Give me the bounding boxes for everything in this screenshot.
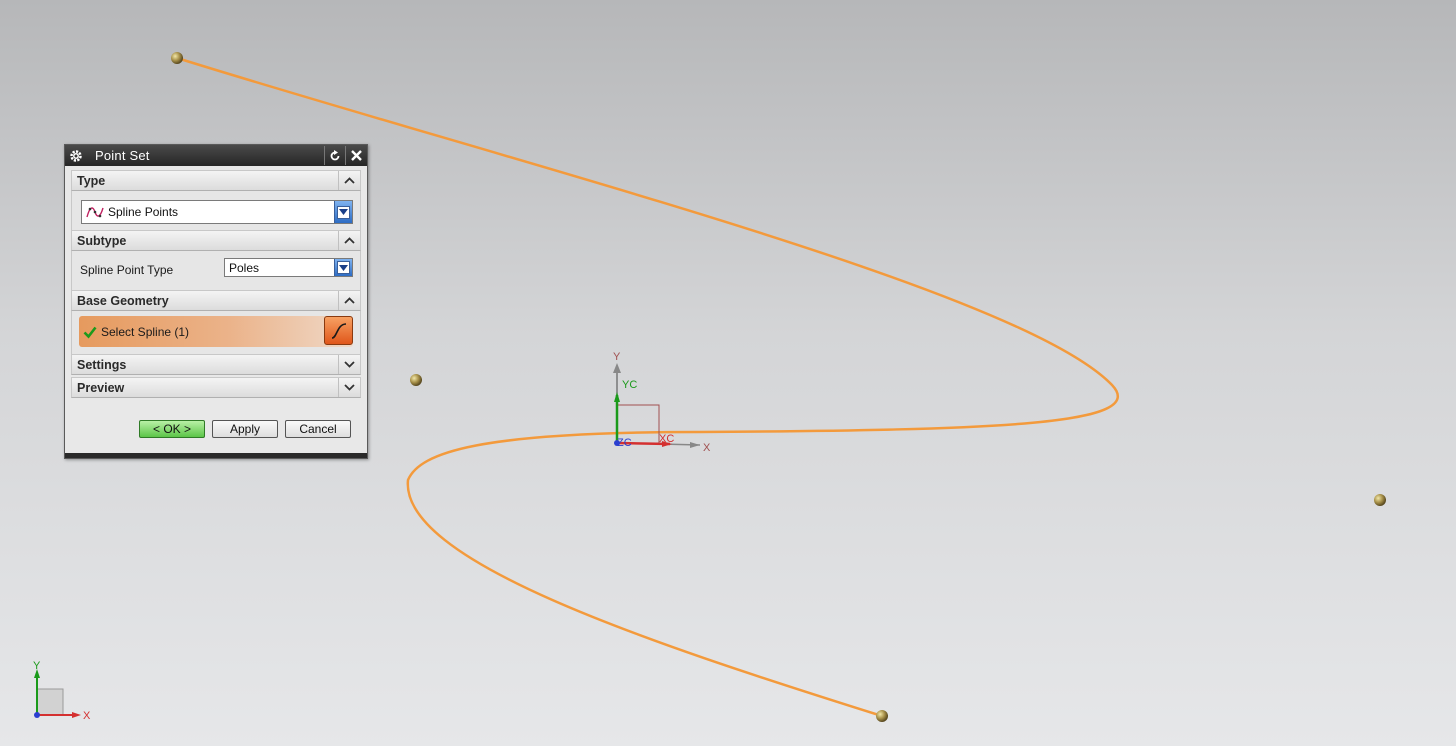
chevron-down-icon[interactable] <box>338 355 360 374</box>
wcs-yc-label: YC <box>622 379 637 391</box>
chevron-down-icon[interactable] <box>334 201 352 223</box>
wcs-triad: Y YC ZC XC X <box>613 351 711 454</box>
chevron-up-icon[interactable] <box>338 231 360 250</box>
triad-x-label: X <box>83 710 91 722</box>
section-type-body: Spline Points <box>71 191 361 230</box>
chevron-up-icon[interactable] <box>338 291 360 310</box>
dialog-titlebar[interactable]: Point Set <box>65 145 367 166</box>
spline-type-icon <box>86 204 104 220</box>
type-dropdown-value: Spline Points <box>108 205 179 219</box>
pole-point[interactable] <box>171 52 183 64</box>
chevron-up-icon[interactable] <box>338 171 360 190</box>
section-subtype-label: Subtype <box>77 233 127 248</box>
spline-point-type-dropdown[interactable]: Poles <box>224 258 353 277</box>
chevron-down-icon[interactable] <box>334 259 352 276</box>
select-spline-row[interactable]: Select Spline (1) <box>79 316 353 347</box>
type-dropdown[interactable]: Spline Points <box>81 200 353 224</box>
wcs-zc-label: ZC <box>617 437 632 449</box>
triad-y-label: Y <box>33 660 41 672</box>
point-set-dialog: Point Set Type Spline Points Subtype Spl… <box>64 144 368 459</box>
ok-button[interactable]: < OK > <box>139 420 205 438</box>
gear-icon[interactable] <box>67 147 85 165</box>
section-preview-header[interactable]: Preview <box>71 377 361 398</box>
close-icon[interactable] <box>345 146 366 165</box>
section-preview-label: Preview <box>77 380 125 395</box>
dialog-title: Point Set <box>95 148 150 163</box>
pole-point[interactable] <box>410 374 422 386</box>
wcs-x-label: X <box>703 442 711 454</box>
checkmark-icon <box>83 325 97 339</box>
pole-point[interactable] <box>1374 494 1386 506</box>
section-settings-label: Settings <box>77 357 127 372</box>
select-spline-label: Select Spline (1) <box>101 324 190 339</box>
dialog-footer: < OK > Apply Cancel <box>65 411 367 443</box>
view-triad: Y X <box>33 660 91 722</box>
section-subtype-header[interactable]: Subtype <box>71 230 361 251</box>
cancel-button[interactable]: Cancel <box>285 420 351 438</box>
section-base-geometry-body: Select Spline (1) <box>71 311 361 354</box>
pole-point[interactable] <box>876 710 888 722</box>
spline-point-type-value: Poles <box>229 260 260 275</box>
dialog-bottom-bar <box>65 453 367 458</box>
section-type-label: Type <box>77 173 106 188</box>
wcs-y-label: Y <box>613 351 621 363</box>
chevron-down-icon[interactable] <box>338 378 360 397</box>
section-type-header[interactable]: Type <box>71 170 361 191</box>
reset-icon[interactable] <box>324 146 345 165</box>
section-base-geometry-label: Base Geometry <box>77 293 169 308</box>
section-settings-header[interactable]: Settings <box>71 354 361 375</box>
spline-select-icon[interactable] <box>324 316 353 345</box>
section-base-geometry-header[interactable]: Base Geometry <box>71 290 361 311</box>
section-subtype-body: Spline Point Type Poles <box>71 251 361 290</box>
wcs-xc-label: XC <box>659 433 674 445</box>
apply-button[interactable]: Apply <box>212 420 278 438</box>
spline-point-type-label: Spline Point Type <box>80 263 174 277</box>
